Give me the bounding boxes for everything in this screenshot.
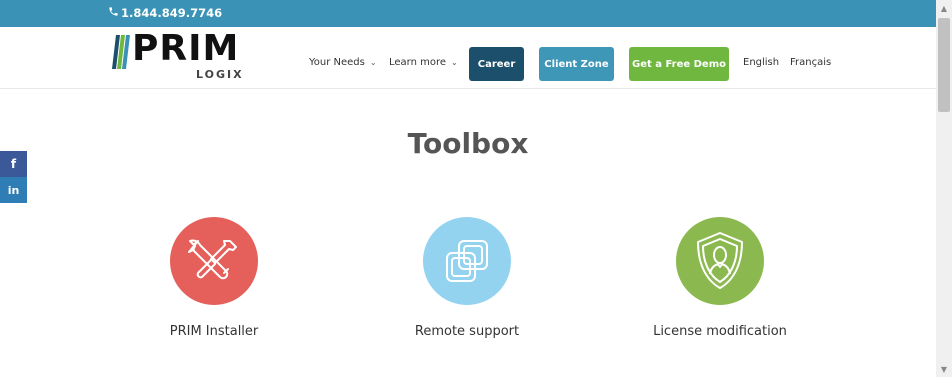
scroll-up-arrow-icon[interactable]: ▲ (936, 0, 952, 16)
phone-number[interactable]: 1.844.849.7746 (108, 6, 222, 20)
tool-label: PRIM Installer (169, 324, 259, 339)
overlapping-squares-icon (423, 217, 511, 305)
vertical-scrollbar[interactable]: ▲ ▼ (936, 0, 952, 377)
lang-francais-link[interactable]: Français (790, 57, 831, 68)
tool-remote-support[interactable]: Remote support (357, 217, 577, 339)
scroll-down-arrow-icon[interactable]: ▼ (936, 361, 952, 377)
linkedin-icon: in (7, 183, 20, 197)
nav-your-needs[interactable]: Your Needs ⌄ (309, 57, 377, 68)
chevron-down-icon: ⌄ (369, 58, 377, 67)
top-bar: 1.844.849.7746 (0, 0, 936, 27)
scrollbar-thumb[interactable] (938, 18, 950, 112)
lang-english-link[interactable]: English (743, 57, 779, 68)
logo-word: PRIM (132, 28, 240, 69)
phone-text: 1.844.849.7746 (121, 6, 223, 20)
nav-learn-more[interactable]: Learn more ⌄ (389, 57, 458, 68)
shield-user-icon (676, 217, 764, 305)
free-demo-button[interactable]: Get a Free Demo (629, 47, 729, 81)
client-zone-button[interactable]: Client Zone (539, 47, 614, 81)
logo-subtitle: LOGIX (196, 68, 244, 81)
tool-prim-installer[interactable]: PRIM Installer (104, 217, 324, 339)
tool-license-modification[interactable]: License modification (610, 217, 830, 339)
page-title: Toolbox (407, 127, 529, 160)
phone-icon (108, 6, 119, 20)
career-button[interactable]: Career (469, 47, 524, 81)
wrench-screwdriver-icon (170, 217, 258, 305)
primlogix-logo[interactable]: PRIM LOGIX (112, 28, 244, 85)
tool-label: Remote support (414, 324, 520, 339)
nav-your-needs-label: Your Needs (309, 57, 365, 68)
chevron-down-icon: ⌄ (451, 58, 458, 67)
nav-learn-more-label: Learn more (389, 57, 447, 68)
tool-label: License modification (653, 324, 787, 339)
site-header: PRIM LOGIX Your Needs ⌄ Learn more ⌄ Car… (0, 27, 936, 89)
logo-stripes-icon (112, 35, 130, 69)
linkedin-share-button[interactable]: in (0, 177, 27, 203)
